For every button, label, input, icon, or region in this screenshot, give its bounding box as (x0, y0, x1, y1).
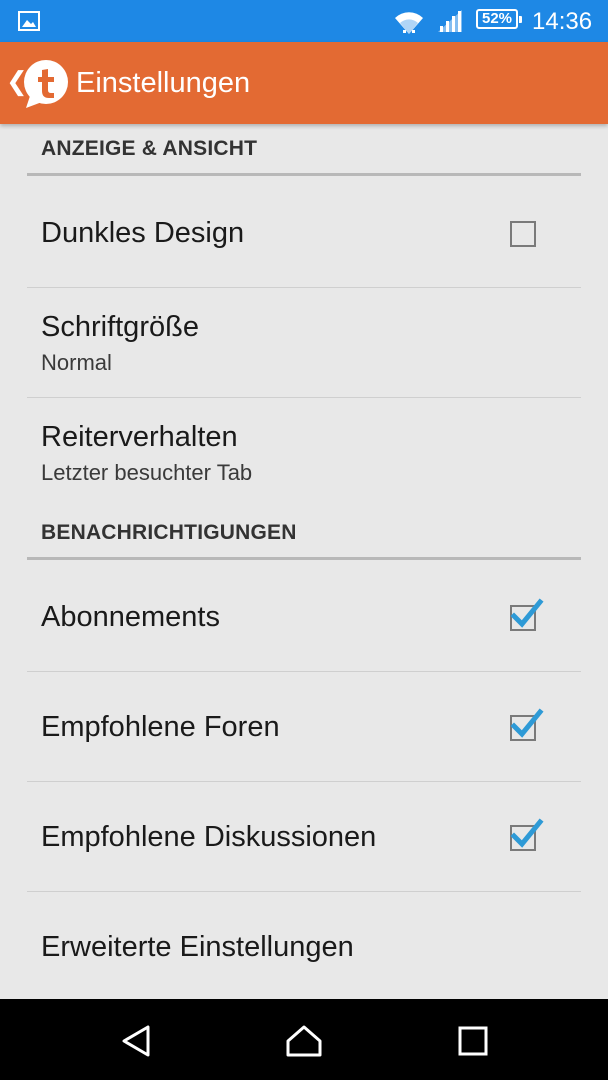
pref-tab-behavior[interactable]: Reiterverhalten Letzter besuchter Tab (27, 398, 581, 508)
t-logo-icon[interactable] (20, 58, 70, 110)
section-header-notifications: BENACHRICHTIGUNGEN (27, 508, 581, 560)
pref-title: Empfohlene Diskussionen (41, 821, 377, 853)
settings-list: ANZEIGE & ANSICHT Dunkles Design Schrift… (0, 124, 608, 999)
section-header-label: BENACHRICHTIGUNGEN (41, 521, 297, 544)
status-time: 14:36 (532, 8, 593, 35)
navigation-bar (0, 999, 608, 1080)
dark-design-checkbox[interactable] (510, 221, 536, 247)
checkmark-icon (510, 818, 544, 848)
pref-title: Empfohlene Foren (41, 711, 280, 743)
status-bar: 52% 14:36 (0, 0, 608, 42)
checkmark-icon (510, 598, 544, 628)
pref-recommended-discussions[interactable]: Empfohlene Diskussionen (27, 782, 581, 892)
recent-apps-icon[interactable] (451, 1019, 495, 1063)
pref-recommended-forums[interactable]: Empfohlene Foren (27, 672, 581, 782)
pref-summary: Normal (41, 350, 112, 375)
checkmark-icon (510, 708, 544, 738)
pref-advanced-settings[interactable]: Erweiterte Einstellungen (27, 892, 581, 1002)
home-icon[interactable] (282, 1019, 326, 1063)
pref-title: Erweiterte Einstellungen (41, 931, 354, 963)
action-bar: ❮ Einstellungen (0, 42, 608, 124)
section-header-display: ANZEIGE & ANSICHT (27, 124, 581, 176)
battery-icon: 52% (476, 9, 522, 29)
pref-title: Schriftgröße (41, 311, 199, 343)
screen-title: Einstellungen (76, 67, 251, 99)
pref-font-size[interactable]: Schriftgröße Normal (27, 288, 581, 398)
pref-dark-design[interactable]: Dunkles Design (27, 178, 581, 288)
back-icon[interactable] (114, 1019, 158, 1063)
section-header-label: ANZEIGE & ANSICHT (41, 137, 258, 160)
pref-subscriptions[interactable]: Abonnements (27, 562, 581, 672)
pref-title: Abonnements (41, 601, 220, 633)
pref-title: Dunkles Design (41, 217, 245, 249)
pref-title: Reiterverhalten (41, 421, 238, 453)
gallery-icon (18, 11, 40, 31)
signal-icon (438, 10, 462, 32)
wifi-icon (395, 12, 423, 34)
pref-summary: Letzter besuchter Tab (41, 460, 253, 485)
